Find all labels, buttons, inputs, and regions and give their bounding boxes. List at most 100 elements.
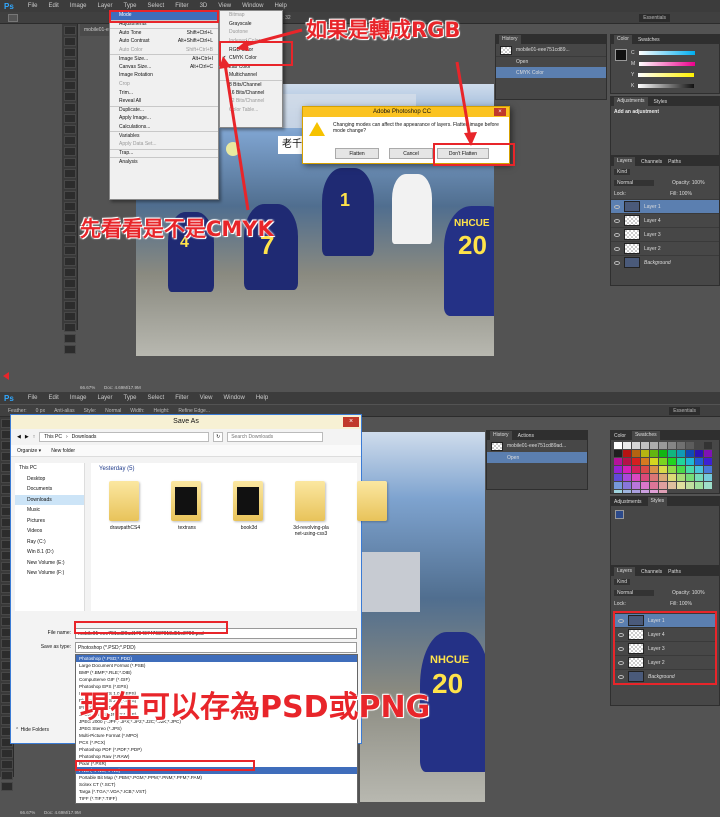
type-option-photoshop-raw-raw[interactable]: Photoshop Raw (*.RAW) [76,753,357,760]
color-swatch[interactable] [641,442,649,449]
folder-icon[interactable] [233,481,263,521]
style-swatch[interactable] [615,510,624,519]
color-swatch[interactable] [677,482,685,489]
option-style[interactable]: Style: [84,408,97,414]
color-swatch[interactable] [677,442,685,449]
color-swatch[interactable] [623,474,631,481]
file-name-3[interactable]: 3d-revolving-pla net-using-css3 [283,525,339,537]
color-swatch[interactable] [650,466,658,473]
opacity-field[interactable]: Opacity: 100% [672,590,705,596]
type-option-photoshop-psd-pdd[interactable]: Photoshop (*.PSD;*.PDD) [76,655,357,662]
essentials-dropdown[interactable]: Essentials [669,407,700,415]
eye-icon[interactable] [618,618,624,623]
color-swatch[interactable] [704,466,712,473]
color-swatch[interactable] [668,450,676,457]
option-width[interactable]: Width: [130,408,144,414]
color-swatch[interactable] [686,474,694,481]
layers-tab[interactable]: Layers [614,567,636,576]
color-swatch[interactable] [659,450,667,457]
paths-tab[interactable]: Paths [668,569,681,575]
type-option-portable-bit-map-pbm-pgm-ppm-p[interactable]: Portable Bit Map (*.PBM;*.PGM;*.PPM;*.PN… [76,774,357,781]
type-option-targa-tga-vda-icb-vst[interactable]: Targa (*.TGA;*.VDA;*.ICB;*.VST) [76,788,357,795]
color-swatch[interactable] [659,482,667,489]
color-swatch[interactable] [614,458,622,465]
history-item-open[interactable]: Open [487,452,587,463]
color-tab[interactable]: Color [614,433,626,439]
type-option-scitex-ct-sct[interactable]: Scitex CT (*.SCT) [76,781,357,788]
menu-help[interactable]: Help [256,395,268,401]
color-swatch[interactable] [632,442,640,449]
menu-edit[interactable]: Edit [48,395,58,401]
search-input[interactable] [227,432,324,442]
menu-type[interactable]: Type [124,395,137,401]
menu-window[interactable]: Window [223,395,244,401]
address-bar[interactable]: This PC › Downloads [39,432,210,442]
channels-tab[interactable]: Channels [641,569,662,575]
color-swatch[interactable] [632,458,640,465]
file-name-1[interactable]: textrans [159,525,215,531]
color-swatch[interactable] [614,450,622,457]
back-icon[interactable]: ◀ [17,434,21,440]
option-normal[interactable]: Normal [105,408,121,414]
color-swatch[interactable] [632,482,640,489]
color-swatch[interactable] [686,458,694,465]
menu-file[interactable]: File [28,395,38,401]
color-swatch[interactable] [659,466,667,473]
actions-tab[interactable]: Actions [518,433,534,439]
menu-image[interactable]: Image [70,395,87,401]
swatches-tab[interactable]: Swatches [631,431,660,440]
color-swatch[interactable] [623,442,631,449]
color-swatch[interactable] [704,450,712,457]
tool-icon[interactable] [0,771,13,780]
styles-tab[interactable]: Styles [647,497,668,506]
refresh-icon[interactable]: ↻ [213,432,224,442]
color-swatch[interactable] [650,458,658,465]
color-swatch[interactable] [641,466,649,473]
eye-icon[interactable] [618,674,624,679]
tree-item-ray-c[interactable]: Ray (C:) [15,537,84,548]
save-type-select[interactable]: Photoshop (*.PSD;*.PDD) [75,641,357,653]
folder-icon[interactable] [295,481,325,521]
folder-icon[interactable] [171,481,201,521]
option-refine-edge[interactable]: Refine Edge... [178,408,210,414]
color-swatch[interactable] [704,482,712,489]
layer-row-background[interactable]: Background [615,669,715,683]
color-swatch[interactable] [695,442,703,449]
color-swatch[interactable] [641,458,649,465]
menu-select[interactable]: Select [148,395,165,401]
color-swatch[interactable] [659,458,667,465]
color-swatch[interactable] [623,466,631,473]
color-swatch[interactable] [641,482,649,489]
tree-item-downloads[interactable]: Downloads [15,494,84,505]
type-option-tiff-tif-tiff[interactable]: TIFF (*.TIF;*.TIFF) [76,795,357,802]
blend-mode-select[interactable]: Normal [614,589,654,596]
type-option-bmp-bmp-rle-dib[interactable]: BMP (*.BMP;*.RLE;*.DIB) [76,669,357,676]
color-swatch[interactable] [677,458,685,465]
color-swatch[interactable] [641,490,649,493]
color-swatch[interactable] [668,474,676,481]
color-swatch[interactable] [704,458,712,465]
menu-layer[interactable]: Layer [98,395,113,401]
layer-row-layer-1[interactable]: Layer 1 [615,613,715,627]
color-swatch[interactable] [650,450,658,457]
fill-field[interactable]: Fill: 100% [670,601,692,607]
folder-icon[interactable] [357,481,387,521]
color-swatch[interactable] [632,490,640,493]
tree-item-new-volume-e[interactable]: New Volume (E:) [15,558,84,569]
kind-filter[interactable]: Kind [614,578,631,585]
file-name-input[interactable]: mobile01-eee751cd89ad17940747687018d51e2… [75,627,357,639]
tree-item-win-8-1-d[interactable]: Win 8.1 (D:) [15,547,84,558]
color-swatch[interactable] [695,458,703,465]
option-anti-alias[interactable]: Anti-alias [54,408,75,414]
color-swatch[interactable] [695,450,703,457]
color-swatch[interactable] [659,442,667,449]
color-swatch[interactable] [614,490,622,493]
breadcrumb-this-pc[interactable]: This PC [44,434,62,440]
color-swatch[interactable] [650,490,658,493]
type-option-multi-picture-format-mpo[interactable]: Multi-Picture Format (*.MPO) [76,732,357,739]
eye-icon[interactable] [618,646,624,651]
tree-item-desktop[interactable]: Desktop [15,474,84,485]
organize-button[interactable]: Organize ▾ [17,448,41,454]
type-option-large-document-format-psb[interactable]: Large Document Format (*.PSB) [76,662,357,669]
color-swatch[interactable] [614,474,622,481]
